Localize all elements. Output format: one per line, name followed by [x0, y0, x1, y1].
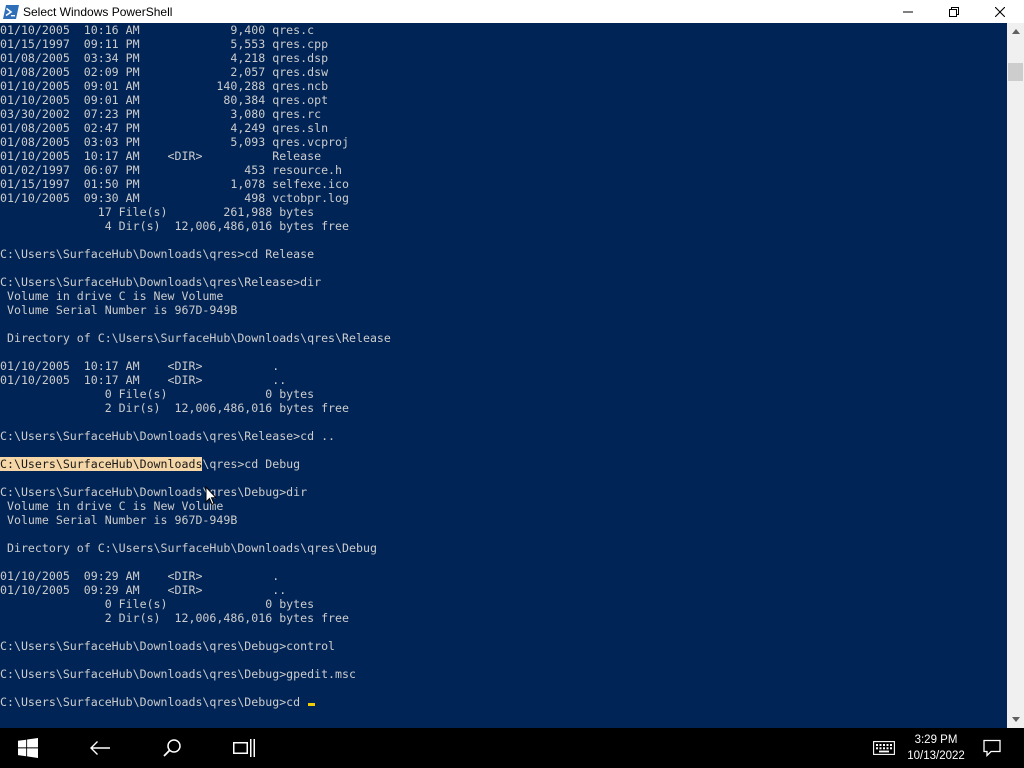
clock-time: 3:29 PM [914, 734, 958, 746]
title-bar[interactable]: Select Windows PowerShell [0, 0, 1024, 23]
clock-date: 10/13/2022 [907, 750, 965, 762]
console-line: 01/08/2005 03:34 PM 4,218 qres.dsp [0, 51, 329, 65]
console-line: 03/30/2002 07:23 PM 3,080 qres.rc [0, 107, 322, 121]
console-selection-line[interactable]: C:\Users\SurfaceHub\Downloads\qres>cd De… [0, 457, 391, 471]
console-line: 01/10/2005 10:17 AM <DIR> . [0, 359, 280, 373]
console-line: Volume in drive C is New Volume [0, 289, 224, 303]
console-line: Directory of C:\Users\SurfaceHub\Downloa… [0, 331, 391, 345]
task-view-button[interactable] [216, 728, 272, 768]
back-button[interactable] [72, 728, 128, 768]
console-line: 01/08/2005 02:47 PM 4,249 qres.sln [0, 121, 329, 135]
console-line: Volume Serial Number is 967D-949B [0, 303, 238, 317]
scroll-thumb[interactable] [1008, 63, 1023, 81]
search-button[interactable] [144, 728, 200, 768]
touch-keyboard-icon [873, 741, 895, 755]
powershell-icon [3, 4, 19, 20]
console-line: C:\Users\SurfaceHub\Downloads\qres\Debug… [0, 667, 356, 681]
console-line: 01/10/2005 09:29 AM <DIR> . [0, 569, 280, 583]
console-line: 01/10/2005 10:17 AM <DIR> .. [0, 373, 287, 387]
close-button[interactable] [977, 0, 1023, 23]
console-line: 0 File(s) 0 bytes [0, 597, 315, 611]
console-line: 01/08/2005 03:03 PM 5,093 qres.vcproj [0, 135, 350, 149]
console-text: 01/10/2005 10:16 AM 9,400 qres.c 01/15/1… [0, 23, 391, 709]
console-line: 01/10/2005 09:29 AM <DIR> .. [0, 583, 287, 597]
console-line: 01/10/2005 10:17 AM <DIR> Release [0, 149, 322, 163]
window-title: Select Windows PowerShell [23, 4, 173, 19]
selection-line-rest: \qres>cd Debug [202, 457, 301, 471]
console-line: Volume Serial Number is 967D-949B [0, 513, 238, 527]
console-line: 01/10/2005 09:01 AM 80,384 qres.opt [0, 93, 329, 107]
mouse-pointer-icon [205, 486, 217, 506]
restore-icon [949, 6, 959, 17]
scroll-down-button[interactable] [1007, 711, 1024, 728]
windows-start-icon [18, 738, 38, 758]
console-line: 01/02/1997 06:07 PM 453 resource.h [0, 163, 343, 177]
console-prompt-line[interactable]: C:\Users\SurfaceHub\Downloads\qres\Debug… [0, 695, 391, 709]
start-button[interactable] [0, 728, 56, 768]
search-icon [163, 739, 181, 757]
close-icon [995, 6, 1005, 17]
console-line: C:\Users\SurfaceHub\Downloads\qres\Relea… [0, 429, 336, 443]
console-line: 0 File(s) 0 bytes [0, 387, 315, 401]
prompt-text: C:\Users\SurfaceHub\Downloads\qres\Debug… [0, 695, 308, 709]
console-line: C:\Users\SurfaceHub\Downloads\qres\Debug… [0, 639, 336, 653]
console-line: 2 Dir(s) 12,006,486,016 bytes free [0, 401, 350, 415]
minimize-button[interactable] [885, 0, 931, 23]
text-caret [308, 703, 316, 706]
console-line: 01/10/2005 09:01 AM 140,288 qres.ncb [0, 79, 329, 93]
scroll-up-arrow-icon [1011, 29, 1020, 34]
minimize-icon [903, 11, 913, 12]
console-output-area[interactable]: 01/10/2005 10:16 AM 9,400 qres.c 01/15/1… [0, 23, 1007, 728]
task-view-icon [233, 739, 255, 757]
console-line: 4 Dir(s) 12,006,486,016 bytes free [0, 219, 350, 233]
taskbar: 3:29 PM 10/13/2022 [0, 728, 1024, 768]
console-line: Volume in drive C is New Volume [0, 499, 224, 513]
console-line: 01/08/2005 02:09 PM 2,057 qres.dsw [0, 65, 329, 79]
action-center-button[interactable] [972, 728, 1012, 768]
console-line: 01/15/1997 01:50 PM 1,078 selfexe.ico [0, 177, 350, 191]
vertical-scrollbar[interactable] [1007, 23, 1024, 728]
scroll-up-button[interactable] [1007, 23, 1024, 40]
clock[interactable]: 3:29 PM 10/13/2022 [900, 728, 972, 768]
console-line: 01/10/2005 10:16 AM 9,400 qres.c [0, 23, 315, 37]
scroll-down-arrow-icon [1011, 717, 1020, 722]
console-line: C:\Users\SurfaceHub\Downloads\qres>cd Re… [0, 247, 315, 261]
console-line: C:\Users\SurfaceHub\Downloads\qres\Debug… [0, 485, 308, 499]
console-line: 17 File(s) 261,988 bytes [0, 205, 315, 219]
selected-text[interactable]: C:\Users\SurfaceHub\Downloads [0, 457, 203, 471]
console-line: C:\Users\SurfaceHub\Downloads\qres\Relea… [0, 275, 322, 289]
restore-button[interactable] [931, 0, 977, 23]
console-line: 2 Dir(s) 12,006,486,016 bytes free [0, 611, 350, 625]
console-line: 01/15/1997 09:11 PM 5,553 qres.cpp [0, 37, 329, 51]
action-center-icon [983, 739, 1001, 757]
back-arrow-icon [90, 741, 110, 755]
console-line: Directory of C:\Users\SurfaceHub\Downloa… [0, 541, 377, 555]
console-line: 01/10/2005 09:30 AM 498 vctobpr.log [0, 191, 350, 205]
